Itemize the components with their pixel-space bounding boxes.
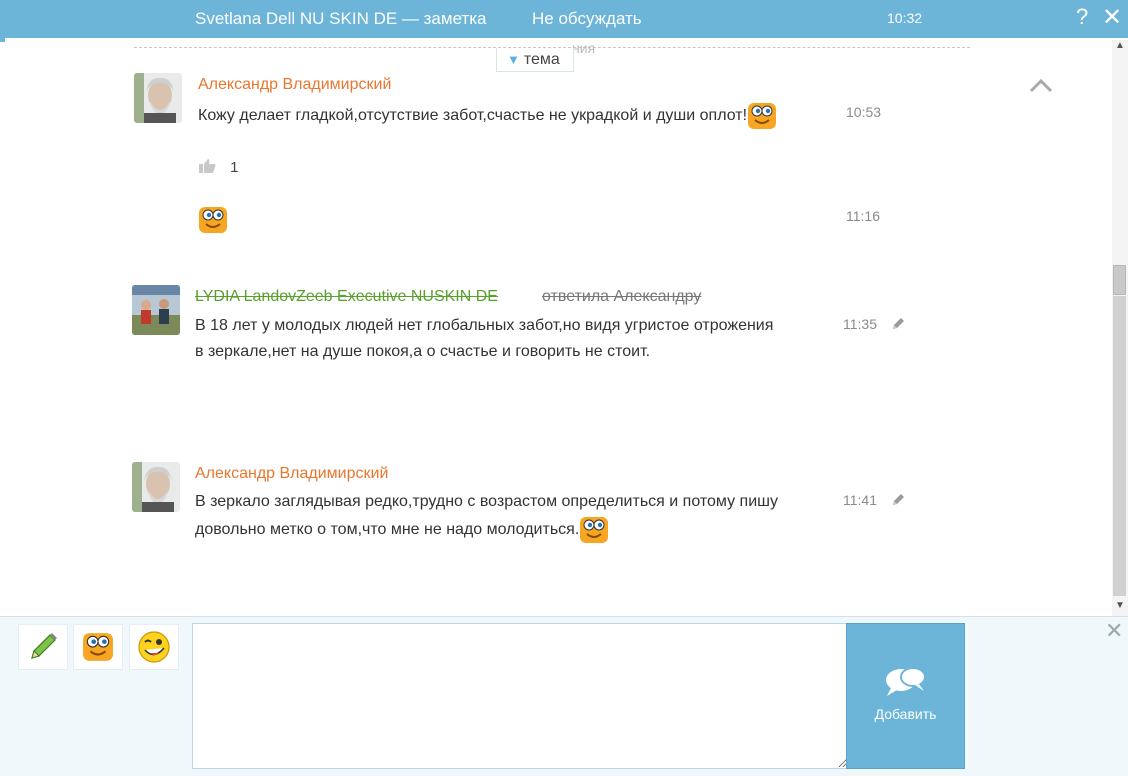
like-counter[interactable]: 1 [198, 158, 239, 176]
message-author[interactable]: Александр Владимирский [195, 465, 388, 483]
message-text: В зеркало заглядывая редко,трудно с возр… [195, 489, 795, 545]
avatar[interactable] [134, 73, 182, 123]
pencil-tool-button[interactable] [18, 624, 68, 670]
message-time: 11:16 [846, 208, 880, 224]
help-button[interactable]: ? [1076, 4, 1088, 30]
scrollbar-thumb[interactable] [1113, 265, 1126, 295]
message-body: Кожу делает гладкой,отсутствие забот,сча… [198, 107, 748, 125]
like-count: 1 [230, 159, 239, 176]
scrollbar-track[interactable] [1113, 296, 1126, 596]
smiley-icon [748, 103, 777, 129]
message-time: 11:41 [843, 492, 877, 508]
close-compose-button[interactable]: ✕ [1105, 618, 1123, 644]
close-button[interactable]: ✕ [1102, 3, 1122, 32]
discussion-title: Svetlana Dell NU SKIN DE — заметка [195, 9, 487, 28]
add-comment-label: Добавить [874, 706, 937, 722]
avatar[interactable] [132, 462, 180, 512]
thumbs-up-icon [199, 159, 216, 173]
message-author[interactable]: LYDIA LandovZeeb Executive NUSKIN DE [195, 288, 498, 306]
message-smiley [198, 205, 228, 235]
message-input[interactable] [192, 623, 848, 769]
avatar[interactable] [132, 285, 180, 335]
scroll-up-arrow-icon[interactable]: ▲ [1112, 40, 1128, 54]
unfollow-discussion-link[interactable]: Не обсуждать [532, 9, 642, 29]
reply-to-link[interactable]: ответила Александру [542, 288, 701, 306]
message-body: В 18 лет у молодых людей нет глобальных … [195, 317, 774, 360]
add-comment-button[interactable]: Добавить [846, 623, 965, 769]
topic-toggle[interactable]: ▼ тема [496, 48, 574, 72]
message-time: 10:53 [846, 104, 882, 120]
smiley-icon [199, 207, 227, 233]
edit-pencil-icon[interactable] [890, 316, 906, 332]
message-body: В зеркало заглядывая редко,трудно с возр… [195, 493, 778, 539]
message-time: 11:35 [843, 316, 877, 332]
chevron-up-icon[interactable] [1028, 76, 1054, 96]
topic-tab-label: тема [523, 51, 560, 68]
smiley-icon [83, 633, 113, 661]
topic-faded-text: ния [572, 40, 596, 56]
header-time: 10:32 [887, 10, 923, 26]
header-edge [0, 0, 5, 42]
smileys-button[interactable] [73, 624, 123, 670]
message-author[interactable]: Александр Владимирский [198, 76, 391, 94]
triangle-down-icon: ▼ [507, 52, 520, 67]
wink-smiley-icon [138, 631, 170, 663]
discussion-window: Svetlana Dell NU SKIN DE — заметка Не об… [0, 0, 1128, 776]
smiley-icon [580, 517, 609, 543]
message-text: Кожу делает гладкой,отсутствие забот,сча… [198, 101, 798, 131]
scroll-down-arrow-icon[interactable]: ▼ [1112, 600, 1128, 614]
pencil-icon [31, 633, 57, 659]
edit-pencil-icon[interactable] [890, 492, 906, 508]
chat-bubbles-icon [886, 667, 926, 696]
emoji-button[interactable] [129, 624, 179, 670]
